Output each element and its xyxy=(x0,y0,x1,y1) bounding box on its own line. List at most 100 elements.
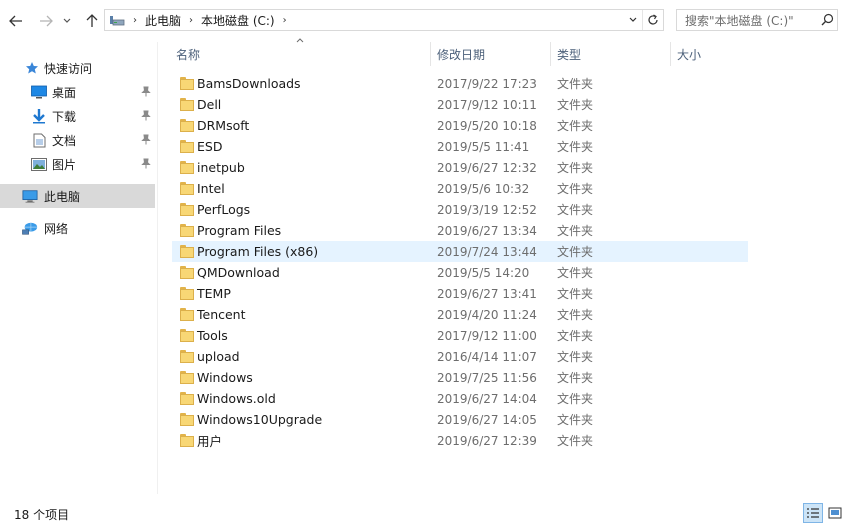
status-bar: 18 个项目 xyxy=(0,500,852,526)
file-date: 2019/6/27 12:32 xyxy=(437,160,537,175)
pane-divider[interactable] xyxy=(157,42,158,494)
column-header-row: 名称 修改日期 类型 大小 xyxy=(158,42,852,66)
file-name: upload xyxy=(197,349,240,364)
folder-icon xyxy=(180,350,194,363)
document-icon xyxy=(31,132,47,148)
file-date: 2019/5/6 10:32 xyxy=(437,181,530,196)
desktop-icon xyxy=(31,84,47,100)
folder-icon xyxy=(180,245,194,258)
file-name: Program Files xyxy=(197,223,282,238)
sidebar-item-label: 网络 xyxy=(44,221,69,236)
address-bar[interactable]: › 此电脑 › 本地磁盘 (C:) › xyxy=(104,9,664,31)
table-row[interactable]: ESD 2019/5/5 11:41 文件夹 xyxy=(172,136,748,157)
table-row[interactable]: Intel 2019/5/6 10:32 文件夹 xyxy=(172,178,748,199)
breadcrumb-separator[interactable]: › xyxy=(283,15,287,26)
folder-icon xyxy=(180,98,194,111)
table-row[interactable]: upload 2016/4/14 11:07 文件夹 xyxy=(172,346,748,367)
file-name: Windows.old xyxy=(197,391,276,406)
pin-icon[interactable] xyxy=(140,86,152,98)
sidebar-item-downloads[interactable]: 下载 xyxy=(0,104,155,128)
table-row[interactable]: DRMsoft 2019/5/20 10:18 文件夹 xyxy=(172,115,748,136)
pin-icon[interactable] xyxy=(140,110,152,122)
file-name: Intel xyxy=(197,181,225,196)
breadcrumb-separator[interactable]: › xyxy=(189,15,193,26)
file-date: 2019/5/5 14:20 xyxy=(437,265,530,280)
item-count: 18 个项目 xyxy=(14,508,70,522)
table-row[interactable]: Dell 2017/9/12 10:11 文件夹 xyxy=(172,94,748,115)
file-date: 2016/4/14 11:07 xyxy=(437,349,537,364)
sidebar-item-this-pc[interactable]: 此电脑 xyxy=(0,184,155,208)
large-icons-view-icon[interactable] xyxy=(825,503,845,523)
search-placeholder: 搜索"本地磁盘 (C:)" xyxy=(685,13,794,28)
details-view-icon[interactable] xyxy=(803,503,823,523)
sidebar-item-network[interactable]: 网络 xyxy=(0,216,155,240)
column-resize-handle[interactable] xyxy=(550,42,551,66)
sidebar-item-quick-access[interactable]: 快速访问 xyxy=(0,56,155,80)
search-icon[interactable] xyxy=(821,13,834,26)
column-header-type[interactable]: 类型 xyxy=(557,42,669,66)
pin-icon[interactable] xyxy=(140,134,152,146)
file-type: 文件夹 xyxy=(557,77,594,91)
download-icon xyxy=(31,108,47,124)
table-row[interactable]: 用户 2019/6/27 12:39 文件夹 xyxy=(172,430,748,451)
refresh-icon[interactable] xyxy=(642,10,663,30)
column-header-size[interactable]: 大小 xyxy=(677,42,757,66)
folder-icon xyxy=(180,266,194,279)
file-date: 2019/6/27 12:39 xyxy=(437,433,537,448)
table-row[interactable]: Windows 2019/7/25 11:56 文件夹 xyxy=(172,367,748,388)
sidebar-item-pictures[interactable]: 图片 xyxy=(0,152,155,176)
up-arrow-icon[interactable] xyxy=(82,10,102,32)
folder-icon xyxy=(180,140,194,153)
breadcrumb-separator[interactable]: › xyxy=(133,15,137,26)
breadcrumb-this-pc[interactable]: 此电脑 xyxy=(145,12,181,29)
table-row[interactable]: Tools 2017/9/12 11:00 文件夹 xyxy=(172,325,748,346)
sidebar-item-label: 此电脑 xyxy=(44,189,81,204)
sidebar-item-label: 图片 xyxy=(52,157,77,172)
file-date: 2019/5/20 10:18 xyxy=(437,118,537,133)
file-date: 2017/9/12 11:00 xyxy=(437,328,537,343)
table-row[interactable]: QMDownload 2019/5/5 14:20 文件夹 xyxy=(172,262,748,283)
file-date: 2019/4/20 11:24 xyxy=(437,307,537,322)
sidebar-item-desktop[interactable]: 桌面 xyxy=(0,80,155,104)
column-header-date[interactable]: 修改日期 xyxy=(437,42,549,66)
file-name: BamsDownloads xyxy=(197,76,301,91)
folder-icon xyxy=(180,77,194,90)
table-row[interactable]: Windows10Upgrade 2019/6/27 14:05 文件夹 xyxy=(172,409,748,430)
pin-icon[interactable] xyxy=(140,158,152,170)
table-row[interactable]: Windows.old 2019/6/27 14:04 文件夹 xyxy=(172,388,748,409)
folder-icon xyxy=(180,308,194,321)
address-dropdown-icon[interactable] xyxy=(625,10,641,30)
column-header-label: 类型 xyxy=(557,47,582,62)
forward-arrow-icon[interactable] xyxy=(36,10,56,32)
file-name: Windows10Upgrade xyxy=(197,412,323,427)
column-header-name[interactable]: 名称 xyxy=(176,42,430,66)
table-row[interactable]: PerfLogs 2019/3/19 12:52 文件夹 xyxy=(172,199,748,220)
chevron-down-icon[interactable] xyxy=(60,10,74,32)
folder-icon xyxy=(180,203,194,216)
sidebar-item-documents[interactable]: 文档 xyxy=(0,128,155,152)
table-row[interactable]: BamsDownloads 2017/9/22 17:23 文件夹 xyxy=(172,73,748,94)
column-resize-handle[interactable] xyxy=(430,42,431,66)
file-name: Tencent xyxy=(197,307,246,322)
back-arrow-icon[interactable] xyxy=(6,10,26,32)
picture-icon xyxy=(31,156,47,172)
file-type: 文件夹 xyxy=(557,182,594,196)
search-input[interactable]: 搜索"本地磁盘 (C:)" xyxy=(676,9,838,31)
file-name: PerfLogs xyxy=(197,202,251,217)
breadcrumb-local-disk[interactable]: 本地磁盘 (C:) xyxy=(201,12,275,29)
file-date: 2017/9/22 17:23 xyxy=(437,76,537,91)
network-icon xyxy=(22,220,38,236)
computer-icon xyxy=(22,188,38,204)
table-row[interactable]: TEMP 2019/6/27 13:41 文件夹 xyxy=(172,283,748,304)
folder-icon xyxy=(180,119,194,132)
table-row[interactable]: Tencent 2019/4/20 11:24 文件夹 xyxy=(172,304,748,325)
table-row[interactable]: Program Files (x86) 2019/7/24 13:44 文件夹 xyxy=(172,241,748,262)
file-type: 文件夹 xyxy=(557,413,594,427)
file-type: 文件夹 xyxy=(557,98,594,112)
column-resize-handle[interactable] xyxy=(670,42,671,66)
table-row[interactable]: Program Files 2019/6/27 13:34 文件夹 xyxy=(172,220,748,241)
folder-icon xyxy=(180,161,194,174)
table-row[interactable]: inetpub 2019/6/27 12:32 文件夹 xyxy=(172,157,748,178)
file-date: 2019/3/19 12:52 xyxy=(437,202,537,217)
file-name: Windows xyxy=(197,370,253,385)
